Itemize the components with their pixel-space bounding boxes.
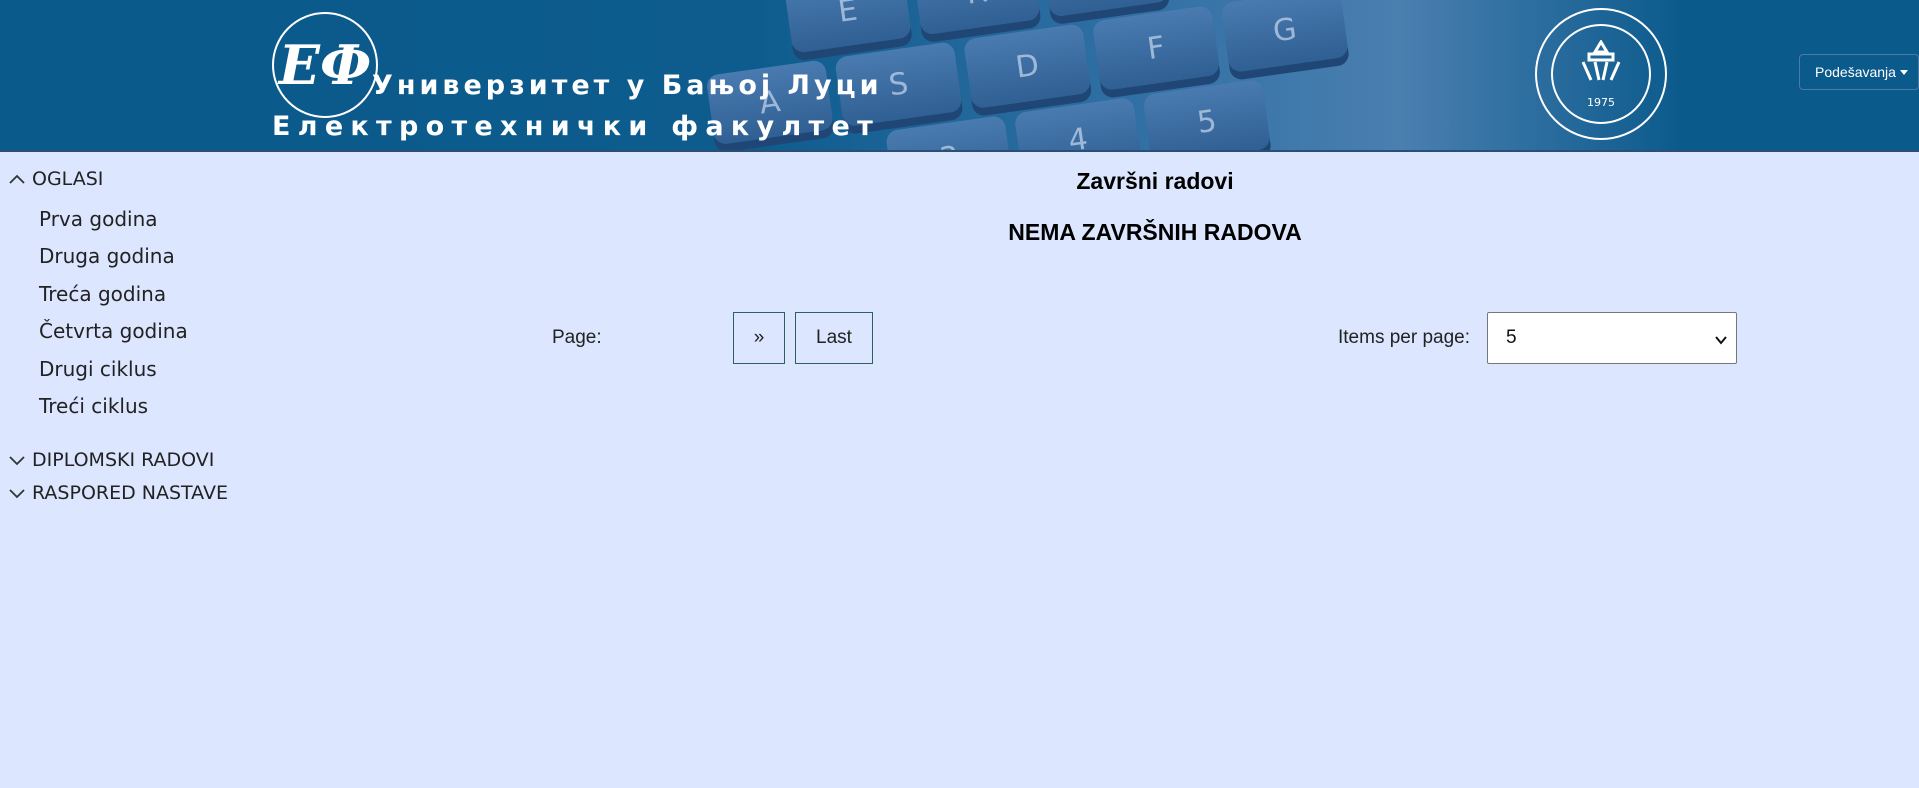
sidebar-item-druga-godina[interactable]: Druga godina (39, 244, 175, 268)
chevron-down-icon (1714, 331, 1728, 353)
next-page-button[interactable]: » (733, 312, 785, 364)
faculty-logo-mark: ЕФ (278, 33, 372, 97)
site-header: A S D E R T F G 3 4 5 ЕФ Универзитет у Б… (0, 0, 1919, 152)
empty-state-message: NEMA ZAVRŠNIH RADOVA (1008, 219, 1302, 245)
key-decoration: R (912, 0, 1041, 36)
chevron-down-icon (8, 486, 26, 500)
key-decoration: G (1220, 0, 1350, 73)
items-per-page-value: 5 (1506, 327, 1517, 348)
last-page-button[interactable]: Last (795, 312, 873, 364)
key-decoration: 3 (885, 114, 1014, 150)
chevron-down-icon (8, 453, 26, 467)
settings-dropdown-button[interactable]: Podešavanja (1799, 54, 1919, 90)
university-title: Универзитет у Бањој Луци (372, 70, 883, 101)
items-per-page-label: Items per page: (1338, 327, 1471, 348)
sidebar-section-label: RASPORED NASTAVE (32, 482, 228, 504)
pagination-page-label: Page: (552, 327, 602, 348)
key-decoration: 4 (1013, 96, 1143, 150)
key-decoration: F (1091, 5, 1221, 92)
faculty-title: Електротехнички факултет (272, 111, 881, 142)
sidebar-section-diplomski-radovi[interactable]: DIPLOMSKI RADOVI (8, 449, 214, 471)
items-per-page-select[interactable]: 5 (1487, 312, 1737, 364)
university-logo: 1975 (1535, 8, 1667, 140)
faculty-logo: ЕФ (272, 12, 378, 118)
page-title: Završni radovi (1076, 168, 1234, 194)
sidebar-section-raspored-nastave[interactable]: RASPORED NASTAVE (8, 482, 228, 504)
sidebar-item-cetvrta-godina[interactable]: Četvrta godina (39, 319, 188, 343)
sidebar-item-treci-ciklus[interactable]: Treći ciklus (39, 394, 148, 418)
sidebar-item-drugi-ciklus[interactable]: Drugi ciklus (39, 357, 157, 381)
sidebar-item-treca-godina[interactable]: Treća godina (39, 282, 166, 306)
university-logo-mark (1537, 39, 1665, 93)
sidebar-section-label: DIPLOMSKI RADOVI (32, 449, 215, 471)
university-logo-year: 1975 (1587, 96, 1615, 109)
caret-down-icon (1899, 69, 1908, 75)
key-decoration: 5 (1142, 78, 1272, 150)
key-decoration: D (962, 23, 1092, 110)
settings-label: Podešavanja (1815, 64, 1896, 80)
key-decoration: E (783, 0, 913, 54)
